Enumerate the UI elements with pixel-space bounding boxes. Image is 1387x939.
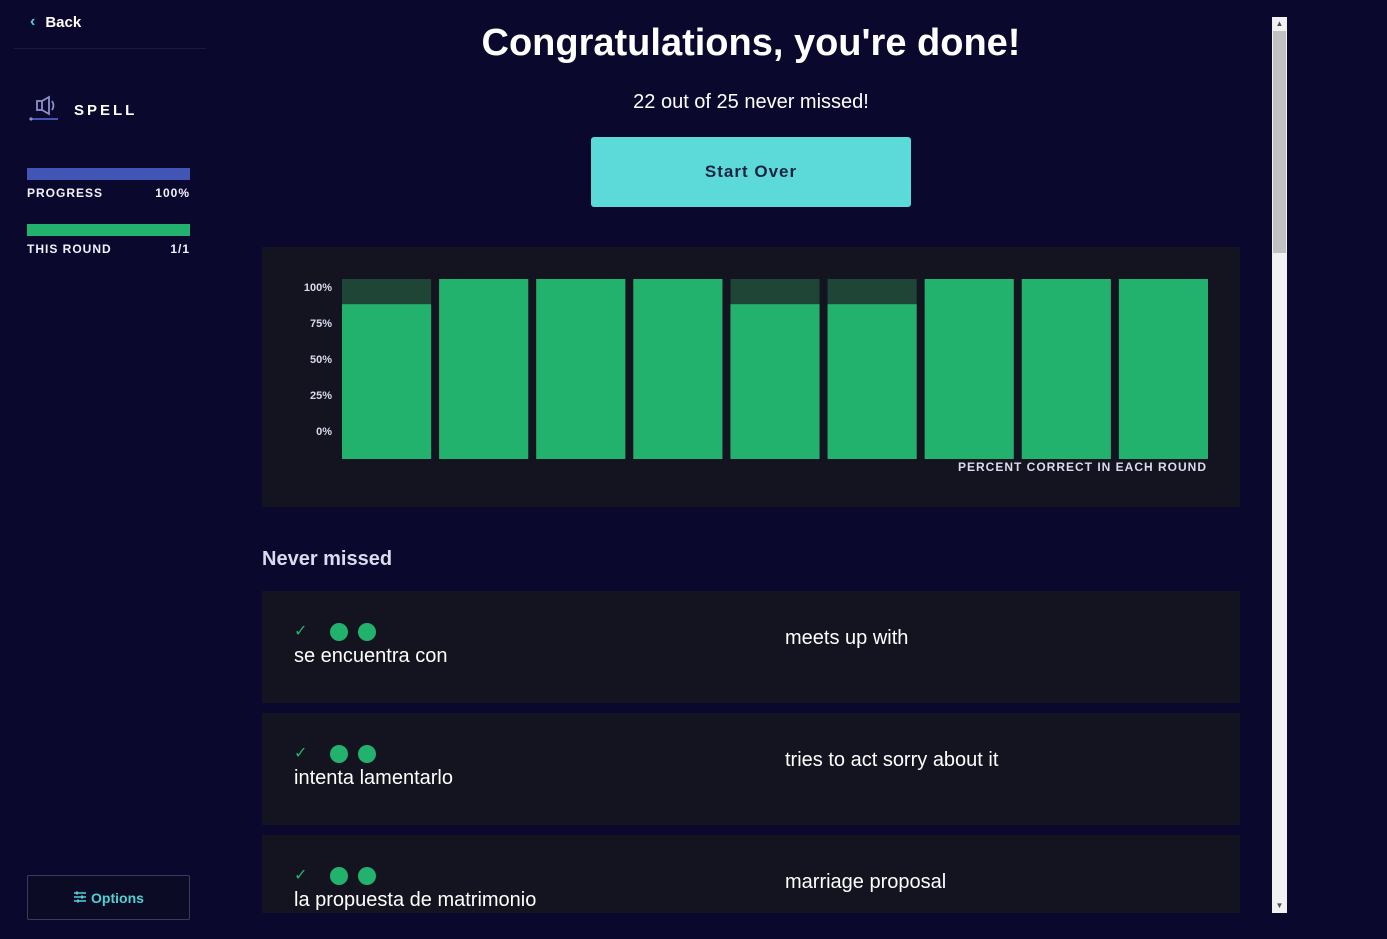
definition-text: tries to act sorry about it: [785, 749, 999, 771]
back-link[interactable]: ‹ Back: [30, 10, 81, 34]
scroll-up-icon[interactable]: ▲: [1272, 17, 1287, 31]
x-axis-label: PERCENT CORRECT IN EACH ROUND: [958, 460, 1207, 474]
result-summary: 22 out of 25 never missed!: [633, 91, 869, 113]
options-button[interactable]: Options: [27, 875, 190, 920]
definition-text: meets up with: [785, 627, 909, 649]
correct-dot: [358, 745, 376, 763]
y-tick-label: 50%: [310, 354, 332, 366]
y-tick-label: 0%: [316, 426, 332, 438]
round-label: THIS ROUND: [27, 242, 112, 256]
correct-dot: [330, 867, 348, 885]
y-tick-label: 25%: [310, 390, 332, 402]
results-chart: 0% 25% 50% 75% 100% PERCENT CORRECT IN EACH R…: [262, 247, 1240, 507]
scrollbar[interactable]: ▲ ▼: [1272, 17, 1287, 913]
bar: [827, 304, 917, 459]
never-missed-heading: Never missed: [262, 548, 393, 570]
correct-dot: [330, 745, 348, 763]
term-text: se encuentra con: [294, 645, 448, 667]
term-text: intenta lamentarlo: [294, 767, 453, 789]
bar: [439, 279, 529, 459]
correct-dot: [330, 623, 348, 641]
sidebar: ‹ Back SPELL PROGRESS 100% THIS ROUND 1/…: [0, 0, 210, 939]
list-item: ✓ se encuentra con meets up with: [262, 591, 1240, 703]
round-row: THIS ROUND 1/1: [27, 242, 190, 256]
page-title: Congratulations, you're done!: [481, 22, 1021, 64]
bar: [1021, 279, 1111, 459]
round-bar: [27, 224, 190, 236]
bar: [924, 279, 1014, 459]
scrollbar-thumb[interactable]: [1273, 31, 1286, 253]
definition-text: marriage proposal: [785, 871, 947, 893]
mode-label: SPELL: [74, 102, 138, 119]
start-over-button[interactable]: Start Over: [591, 137, 911, 207]
list-item: ✓ intenta lamentarlo tries to act sorry …: [262, 713, 1240, 825]
speaker-icon: [28, 94, 60, 127]
check-icon: ✓: [294, 623, 308, 640]
back-label: Back: [45, 13, 82, 31]
y-tick-label: 75%: [310, 318, 332, 330]
bar: [633, 279, 723, 459]
options-label: Options: [91, 889, 144, 906]
progress-bar: [27, 168, 190, 180]
term-text: la propuesta de matrimonio: [294, 889, 537, 911]
check-icon: ✓: [294, 745, 308, 762]
correct-dot: [358, 623, 376, 641]
scroll-down-icon[interactable]: ▼: [1272, 899, 1287, 913]
check-icon: ✓: [294, 867, 308, 884]
progress-row: PROGRESS 100%: [27, 186, 190, 200]
round-value: 1/1: [170, 242, 190, 256]
sidebar-divider: [14, 48, 206, 49]
progress-value: 100%: [155, 186, 190, 200]
bar: [536, 279, 626, 459]
list-item: ✓ la propuesta de matrimonio marriage pr…: [262, 835, 1240, 913]
bar: [342, 304, 432, 459]
mode-header: SPELL: [28, 94, 137, 127]
sliders-icon: [73, 890, 87, 906]
bar: [1118, 279, 1208, 459]
y-tick-label: 100%: [304, 282, 332, 294]
correct-dot: [358, 867, 376, 885]
bar: [730, 304, 820, 459]
chart-svg: 0% 25% 50% 75% 100% PERCENT CORRECT IN EACH R…: [304, 279, 1208, 474]
never-missed-list: ✓ se encuentra con meets up with ✓ inten…: [262, 591, 1240, 913]
progress-label: PROGRESS: [27, 186, 104, 200]
chevron-left-icon: ‹: [30, 13, 36, 30]
